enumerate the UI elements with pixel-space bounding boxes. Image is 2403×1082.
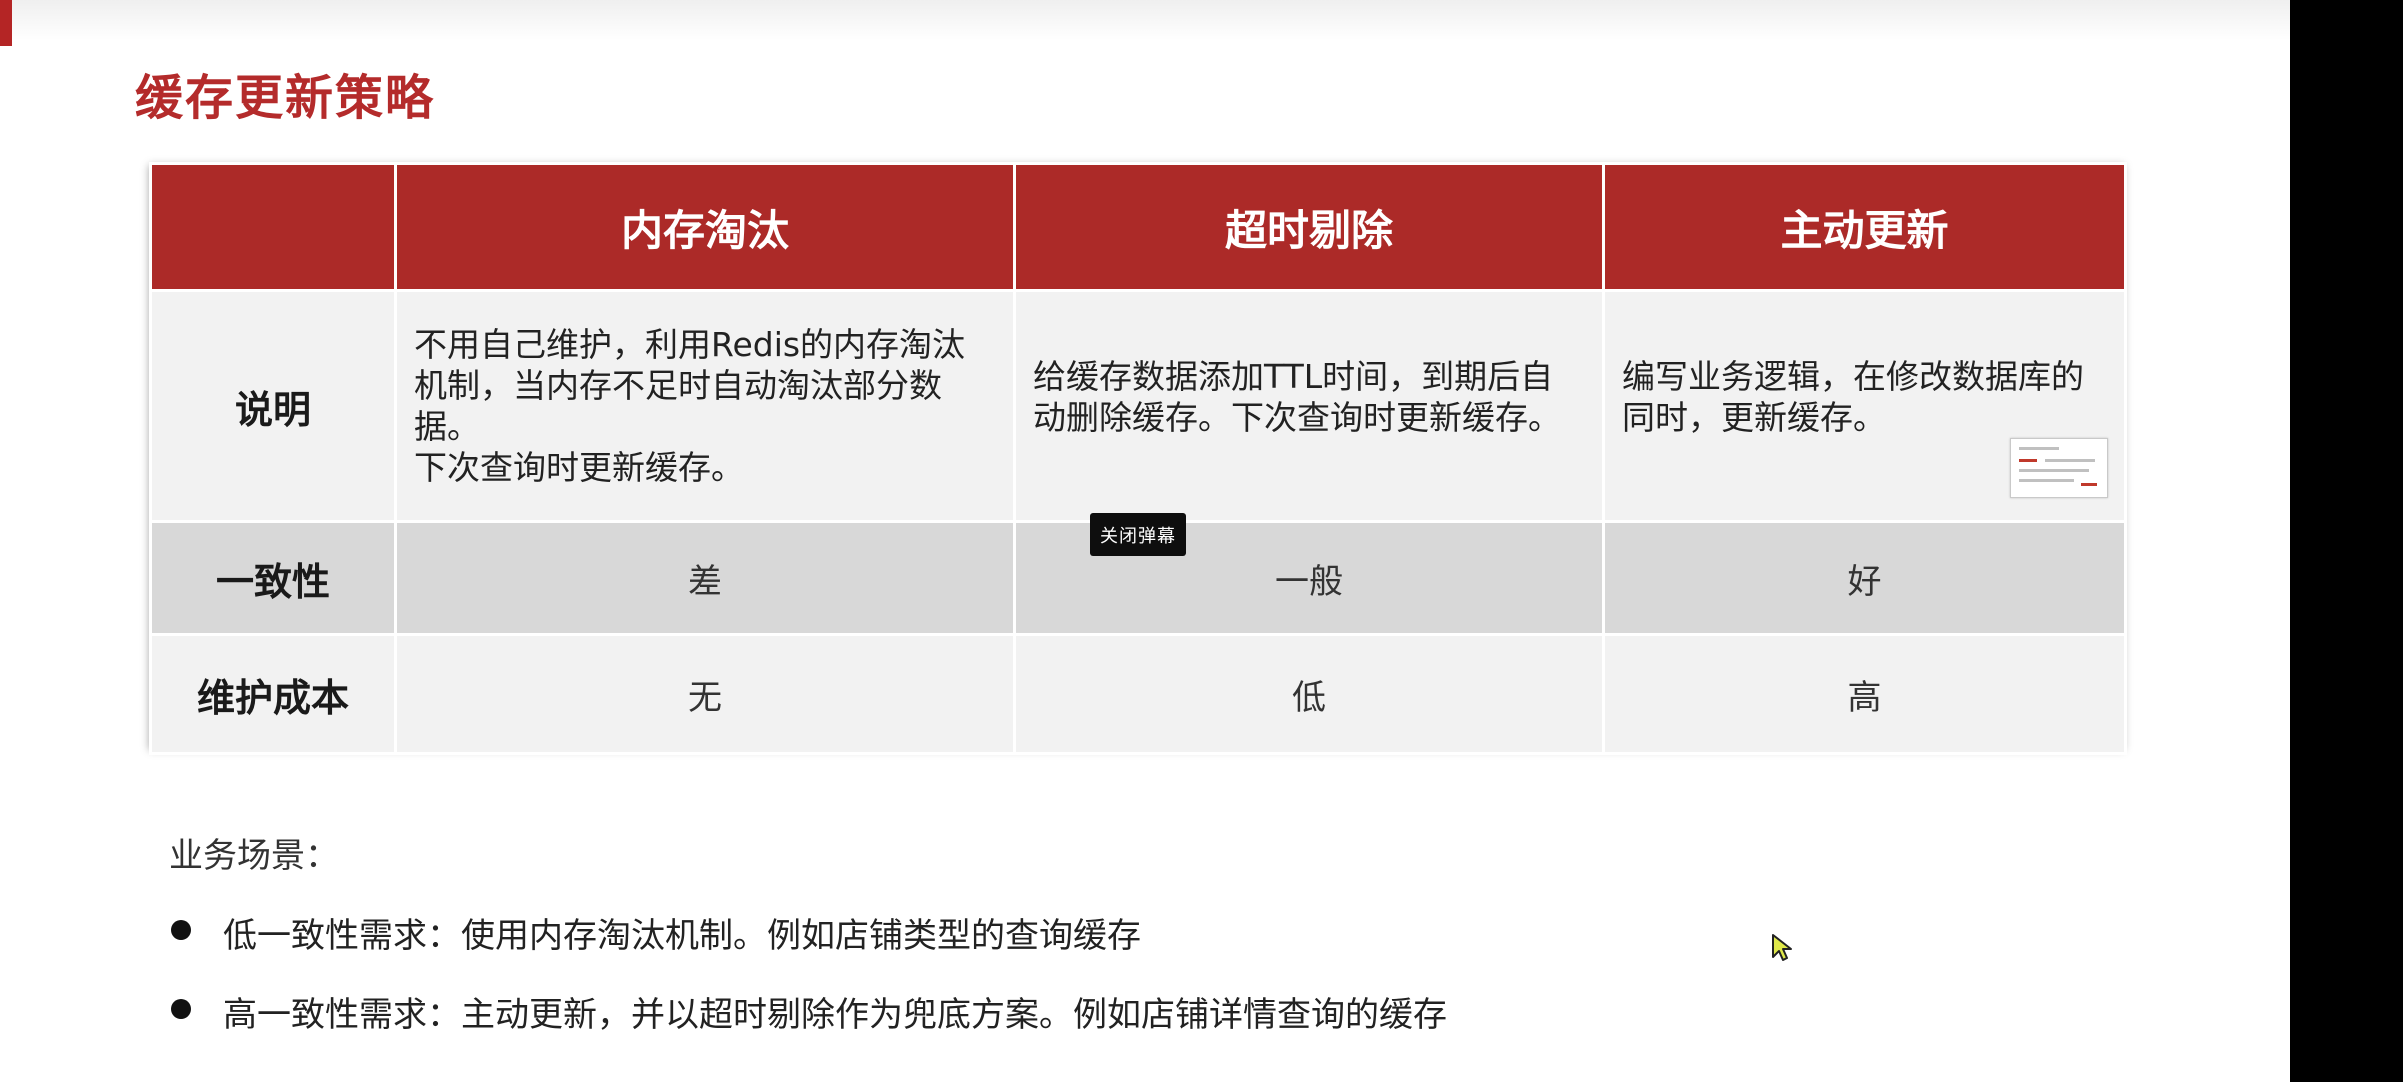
slide-canvas: 缓存更新策略 内存淘汰 超时剔除 主动更新 说明 不用自己维护，利用Redis的… <box>0 0 2290 1082</box>
row-label-maintenance-cost: 维护成本 <box>149 633 397 755</box>
cell-cost-timeout-eviction: 低 <box>1013 633 1605 755</box>
desc-line: 动删除缓存。下次查询时更新缓存。 <box>1033 398 1561 437</box>
cell-consistency-active-update: 好 <box>1602 520 2127 636</box>
cell-description-active-update: 编写业务逻辑，在修改数据库的 同时，更新缓存。 <box>1602 289 2127 523</box>
table-row-maintenance-cost: 维护成本 无 低 高 <box>149 633 2127 755</box>
cell-cost-memory-eviction: 无 <box>394 633 1016 755</box>
cell-description-timeout-eviction: 给缓存数据添加TTL时间，到期后自 动删除缓存。下次查询时更新缓存。 <box>1013 289 1605 523</box>
cell-consistency-memory-eviction: 差 <box>394 520 1016 636</box>
header-cell-timeout-eviction: 超时剔除 <box>1013 162 1605 292</box>
row-label-consistency: 一致性 <box>149 520 397 636</box>
strategy-table: 内存淘汰 超时剔除 主动更新 说明 不用自己维护，利用Redis的内存淘汰 机制… <box>149 162 2127 755</box>
header-cell-active-update: 主动更新 <box>1602 162 2127 292</box>
scenario-label: 业务场景： <box>169 836 339 876</box>
slide-thumbnail-icon[interactable] <box>2010 438 2108 498</box>
header-cell-memory-eviction: 内存淘汰 <box>394 162 1016 292</box>
scenario-high-consistency: 高一致性需求：主动更新，并以超时剔除作为兜底方案。例如店铺详情查询的缓存 <box>223 995 1447 1035</box>
header-cell-corner <box>149 162 397 292</box>
desc-line: 给缓存数据添加TTL时间，到期后自 <box>1033 357 1554 396</box>
desc-line: 机制，当内存不足时自动淘汰部分数据。 <box>414 366 942 446</box>
top-shade <box>0 0 2290 40</box>
slide-title: 缓存更新策略 <box>135 70 436 126</box>
table-row-description: 说明 不用自己维护，利用Redis的内存淘汰 机制，当内存不足时自动淘汰部分数据… <box>149 289 2127 523</box>
scenario-low-consistency: 低一致性需求：使用内存淘汰机制。例如店铺类型的查询缓存 <box>223 916 1141 956</box>
bullet-dot-icon <box>171 920 191 940</box>
strategy-table-container: 内存淘汰 超时剔除 主动更新 说明 不用自己维护，利用Redis的内存淘汰 机制… <box>149 162 2127 755</box>
desc-line: 同时，更新缓存。 <box>1622 398 1886 437</box>
close-danmaku-button[interactable]: 关闭弹幕 <box>1090 513 1186 556</box>
desc-line: 不用自己维护，利用Redis的内存淘汰 <box>414 325 966 364</box>
bullet-dot-icon <box>171 999 191 1019</box>
right-black-bar <box>2290 0 2403 1082</box>
desc-line: 下次查询时更新缓存。 <box>414 448 744 487</box>
desc-line: 编写业务逻辑，在修改数据库的 <box>1622 357 2084 396</box>
table-header-row: 内存淘汰 超时剔除 主动更新 <box>149 162 2127 292</box>
cell-description-memory-eviction: 不用自己维护，利用Redis的内存淘汰 机制，当内存不足时自动淘汰部分数据。 下… <box>394 289 1016 523</box>
accent-mark <box>0 0 12 46</box>
cell-cost-active-update: 高 <box>1602 633 2127 755</box>
row-label-description: 说明 <box>149 289 397 523</box>
